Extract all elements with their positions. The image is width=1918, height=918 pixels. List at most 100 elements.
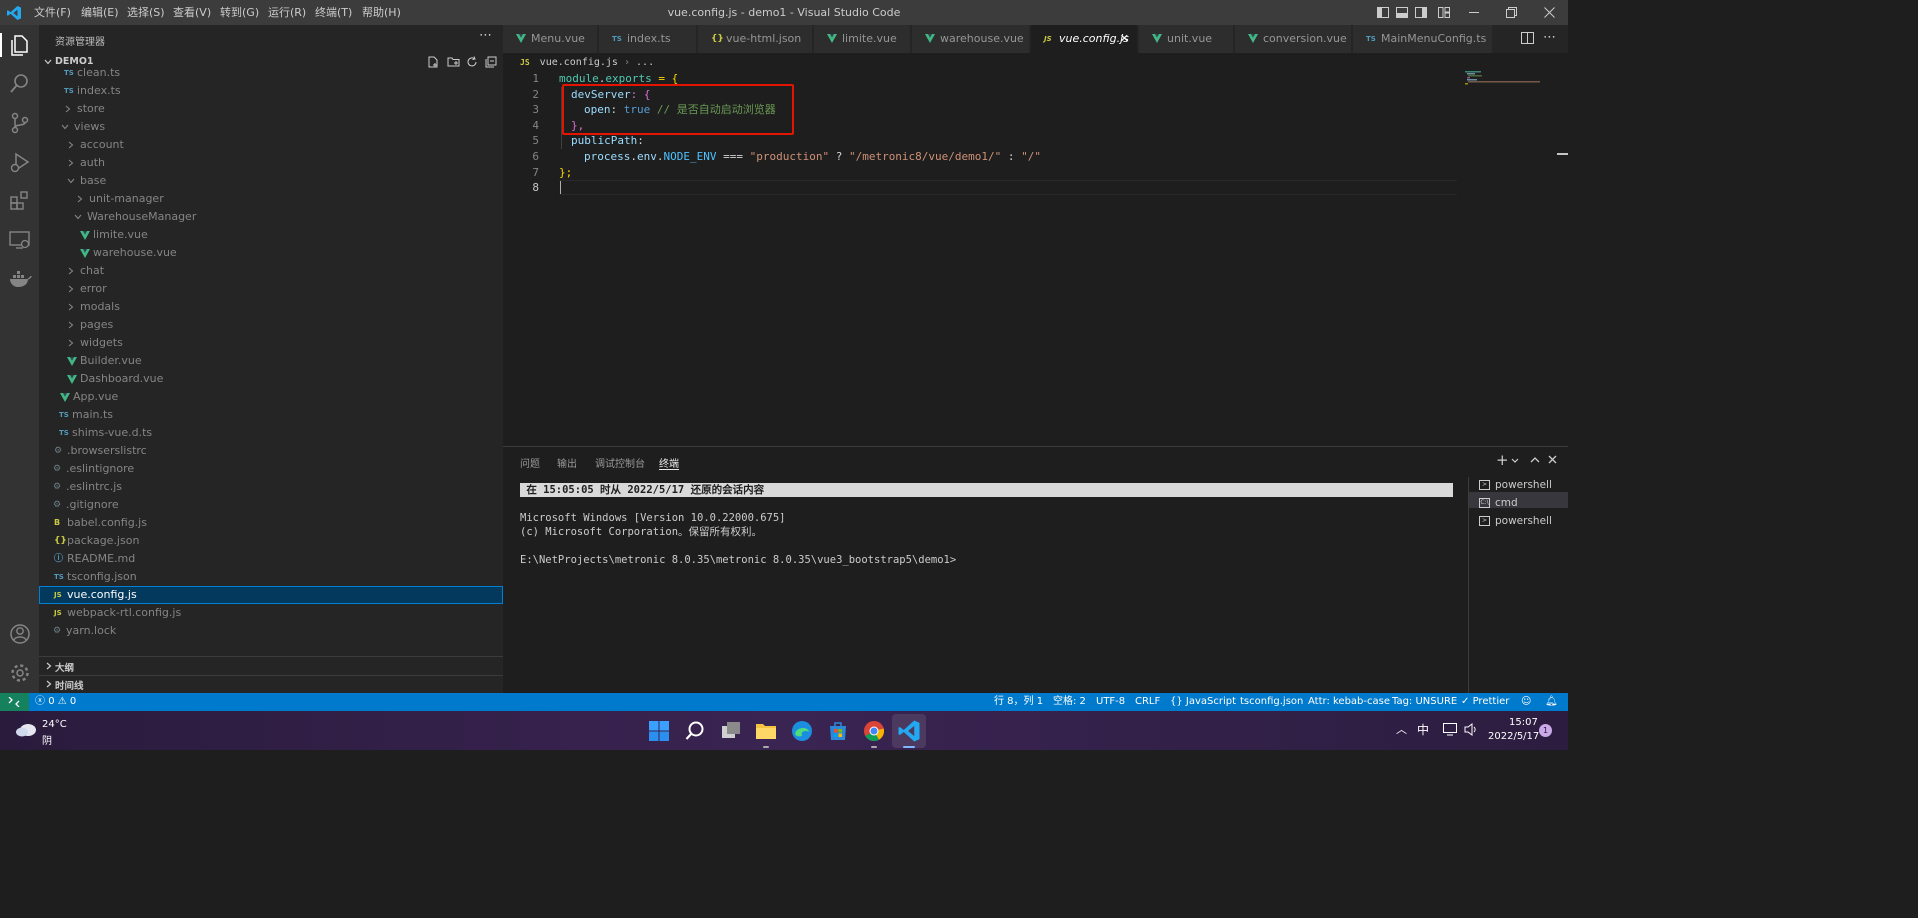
explorer-icon[interactable] <box>7 32 33 58</box>
menu-run[interactable]: 运行(R) <box>268 0 306 25</box>
notifications-bell-icon[interactable]: 🔔︎ <box>1545 693 1558 711</box>
minimap[interactable] <box>1465 71 1555 85</box>
panel-tab-debug-console[interactable]: 调试控制台 <box>595 455 645 470</box>
tree-file[interactable]: ⚙ .gitignore <box>39 496 503 514</box>
menu-help[interactable]: 帮助(H) <box>362 0 401 25</box>
customize-layout-icon[interactable] <box>1438 7 1450 18</box>
tree-file[interactable]: ⓘ README.md <box>39 550 503 568</box>
clock-time[interactable]: 15:07 <box>1509 717 1538 728</box>
settings-gear-icon[interactable] <box>7 660 33 686</box>
toggle-panel-icon[interactable] <box>1396 7 1408 18</box>
problems-indicator[interactable]: ⓧ 0 ⚠ 0 <box>35 693 76 711</box>
remote-indicator[interactable] <box>0 693 29 711</box>
tree-folder[interactable]: account <box>39 136 503 154</box>
source-control-icon[interactable] <box>7 110 33 136</box>
attr-case-indicator[interactable]: Attr: kebab-case <box>1308 693 1390 711</box>
terminal-instance[interactable]: > powershell <box>1479 477 1552 493</box>
tree-file[interactable]: Dashboard.vue <box>39 370 503 388</box>
tree-file[interactable]: Builder.vue <box>39 352 503 370</box>
tree-file[interactable]: warehouse.vue <box>39 244 503 262</box>
docker-icon[interactable] <box>7 266 33 292</box>
tree-folder[interactable]: unit-manager <box>39 190 503 208</box>
editor-tab[interactable]: TS MainMenuConfig.ts <box>1353 25 1493 53</box>
system-tray-chevron-icon[interactable]: ︿ <box>1396 721 1407 737</box>
editor-tab[interactable]: {} vue-html.json <box>698 25 813 53</box>
tree-file[interactable]: App.vue <box>39 388 503 406</box>
tab-more-actions-icon[interactable]: ⋯ <box>1543 30 1556 45</box>
terminal-dropdown-icon[interactable] <box>1511 458 1519 464</box>
prettier-indicator[interactable]: ✓ Prettier <box>1461 693 1509 711</box>
menu-view[interactable]: 查看(V) <box>173 0 211 25</box>
editor-tab[interactable]: conversion.vue <box>1235 25 1352 53</box>
end-of-line[interactable]: CRLF <box>1135 693 1160 711</box>
edge-browser-icon[interactable] <box>790 719 814 743</box>
search-icon[interactable] <box>7 71 33 97</box>
tree-file[interactable]: {} package.json <box>39 532 503 550</box>
tree-file[interactable]: TS tsconfig.json <box>39 568 503 586</box>
menu-selection[interactable]: 选择(S) <box>127 0 165 25</box>
run-debug-icon[interactable] <box>7 149 33 175</box>
maximize-panel-icon[interactable] <box>1530 456 1540 463</box>
editor-tab[interactable]: limite.vue <box>814 25 911 53</box>
tree-folder[interactable]: store <box>39 100 503 118</box>
tag-case-indicator[interactable]: Tag: UNSURE <box>1392 693 1457 711</box>
menu-go[interactable]: 转到(G) <box>220 0 259 25</box>
tree-file[interactable]: ⚙ yarn.lock <box>39 622 503 640</box>
new-terminal-icon[interactable]: + <box>1496 451 1509 469</box>
feedback-icon[interactable]: ☺ <box>1521 693 1531 711</box>
split-editor-icon[interactable] <box>1521 32 1534 44</box>
breadcrumb[interactable]: JS vue.config.js › ... <box>520 56 654 70</box>
language-mode[interactable]: {} JavaScript <box>1170 693 1236 711</box>
editor-tab[interactable]: TS index.ts <box>599 25 697 53</box>
notification-badge[interactable]: 1 <box>1539 724 1552 737</box>
microsoft-store-icon[interactable] <box>826 719 850 743</box>
tree-folder[interactable]: auth <box>39 154 503 172</box>
tree-file[interactable]: ⚙ .eslintignore <box>39 460 503 478</box>
close-panel-icon[interactable] <box>1548 455 1557 464</box>
terminal-instance[interactable]: C:\ cmd <box>1479 495 1518 511</box>
vscode-taskbar-icon[interactable] <box>897 719 921 743</box>
tree-file[interactable]: Bbabel.config.js <box>39 514 503 532</box>
editor-tab[interactable]: JS vue.config.js ✕ <box>1031 25 1138 53</box>
indentation[interactable]: 空格: 2 <box>1053 693 1086 711</box>
chrome-browser-icon[interactable] <box>862 719 886 743</box>
toggle-secondary-sidebar-icon[interactable] <box>1415 7 1427 18</box>
cloudy-weather-icon[interactable] <box>15 721 37 737</box>
panel-tab-problems[interactable]: 问题 <box>520 455 540 470</box>
tree-folder[interactable]: base <box>39 172 503 190</box>
menu-terminal[interactable]: 终端(T) <box>315 0 352 25</box>
panel-tab-terminal[interactable]: 终端 <box>659 455 679 470</box>
tree-folder[interactable]: WarehouseManager <box>39 208 503 226</box>
tree-file[interactable]: TS main.ts <box>39 406 503 424</box>
tree-file[interactable]: TS shims-vue.d.ts <box>39 424 503 442</box>
editor-tab[interactable]: Menu.vue <box>503 25 598 53</box>
menu-file[interactable]: 文件(F) <box>34 0 71 25</box>
terminal-instance[interactable]: > powershell <box>1479 513 1552 529</box>
editor-tab[interactable]: warehouse.vue <box>912 25 1030 53</box>
minimize-button[interactable] <box>1469 12 1479 13</box>
tree-folder[interactable]: pages <box>39 316 503 334</box>
tree-folder[interactable]: modals <box>39 298 503 316</box>
tree-file[interactable]: JS vue.config.js <box>39 586 503 604</box>
menu-edit[interactable]: 编辑(E) <box>81 0 119 25</box>
tree-file[interactable]: JS webpack-rtl.config.js <box>39 604 503 622</box>
toggle-sidebar-icon[interactable] <box>1377 7 1389 18</box>
tsconfig-indicator[interactable]: tsconfig.json <box>1240 693 1303 711</box>
close-tab-icon[interactable]: ✕ <box>1120 25 1129 53</box>
input-method[interactable]: 中 <box>1417 721 1429 738</box>
breadcrumb-rest[interactable]: ... <box>636 57 654 68</box>
restore-button[interactable] <box>1506 7 1517 18</box>
volume-icon[interactable] <box>1464 723 1478 736</box>
weather-condition[interactable]: 阴 <box>42 732 52 747</box>
extensions-icon[interactable] <box>7 188 33 214</box>
panel-tab-output[interactable]: 输出 <box>557 455 577 470</box>
task-view-icon[interactable] <box>719 719 743 743</box>
more-actions-icon[interactable]: ⋯ <box>479 28 492 43</box>
network-icon[interactable] <box>1443 723 1458 736</box>
tree-folder[interactable]: chat <box>39 262 503 280</box>
outline-section-header[interactable]: 大纲 <box>39 657 503 675</box>
tree-folder[interactable]: views <box>39 118 503 136</box>
windows-start-icon[interactable] <box>647 719 671 743</box>
breadcrumb-file[interactable]: vue.config.js <box>540 57 618 68</box>
taskbar-search-icon[interactable] <box>683 719 707 743</box>
